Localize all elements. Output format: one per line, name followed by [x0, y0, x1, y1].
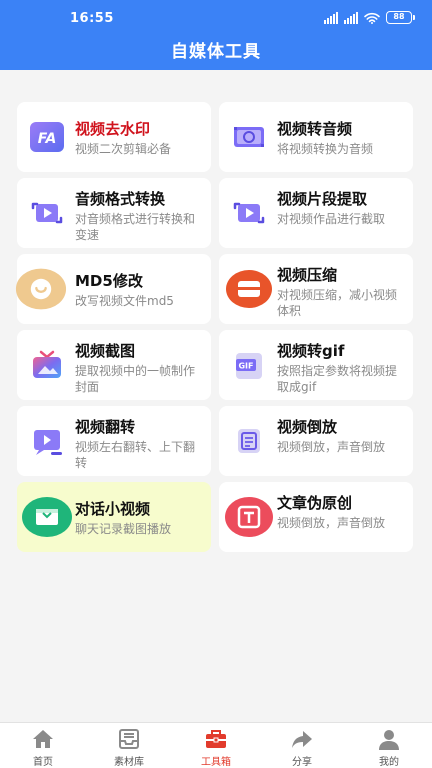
video-to-audio-icon — [223, 111, 275, 163]
tool-name: 对话小视频 — [75, 500, 151, 518]
tool-card-screenshot[interactable]: 视频截图 提取视频中的一帧制作封面 — [17, 330, 211, 400]
tab-label: 素材库 — [114, 757, 144, 768]
tool-name: 视频压缩 — [277, 266, 338, 284]
tool-desc: 对视频压缩，减小视频体积 — [277, 288, 398, 318]
tool-desc: 改写视频文件md5 — [75, 294, 174, 308]
toolbox-icon — [206, 730, 226, 748]
bottom-tab-bar: 首页 素材库 工具箱 分享 我的 — [0, 722, 432, 768]
clip-extract-icon — [223, 187, 275, 239]
tool-name: 视频转音频 — [277, 120, 353, 138]
app-header: 16:55 88 自媒体工具 — [0, 0, 432, 70]
tool-card-clip-extract[interactable]: 视频片段提取 对视频作品进行截取 — [219, 178, 413, 248]
tool-name: 视频截图 — [75, 342, 136, 360]
tool-name: 视频倒放 — [277, 418, 338, 436]
tool-card-compress[interactable]: 视频压缩 对视频压缩，减小视频体积 — [219, 254, 413, 324]
tool-name: 文章伪原创 — [277, 494, 353, 512]
battery-icon: 88 — [386, 11, 415, 24]
article-icon — [223, 491, 275, 543]
tool-name: MD5修改 — [75, 272, 143, 290]
tool-desc: 视频左右翻转、上下翻转 — [75, 440, 196, 470]
status-bar: 16:55 88 — [0, 0, 432, 34]
tool-card-flip[interactable]: 视频翻转 视频左右翻转、上下翻转 — [17, 406, 211, 476]
tool-card-article[interactable]: 文章伪原创 视频倒放，声音倒放 — [219, 482, 413, 552]
signal-icon — [324, 11, 338, 24]
tab-label: 分享 — [292, 757, 312, 768]
tool-name: 视频转gif — [277, 342, 345, 360]
tool-desc: 提取视频中的一帧制作封面 — [75, 364, 196, 394]
tool-card-audio-convert[interactable]: 音频格式转换 对音频格式进行转换和变速 — [17, 178, 211, 248]
tool-desc: 聊天记录截图播放 — [75, 522, 172, 536]
screenshot-tv-icon — [21, 339, 73, 391]
tab-mine[interactable]: 我的 — [346, 723, 432, 768]
chat-video-icon — [21, 491, 73, 543]
tab-toolbox[interactable]: 工具箱 — [173, 723, 259, 768]
md5-icon — [15, 263, 67, 315]
tab-label: 我的 — [379, 757, 399, 768]
tool-card-chat-video[interactable]: 对话小视频 聊天记录截图播放 — [17, 482, 211, 552]
tab-label: 首页 — [33, 757, 53, 768]
tool-card-reverse[interactable]: 视频倒放 视频倒放，声音倒放 — [219, 406, 413, 476]
compress-icon — [223, 263, 275, 315]
tab-materials[interactable]: 素材库 — [86, 723, 172, 768]
tool-name: 音频格式转换 — [75, 190, 166, 208]
tab-label: 工具箱 — [201, 757, 231, 768]
flip-icon — [21, 415, 73, 467]
watermark-remove-icon: FA — [21, 111, 73, 163]
signal-icon — [344, 11, 358, 24]
tool-desc: 视频倒放，声音倒放 — [277, 516, 386, 530]
tool-desc: 对视频作品进行截取 — [277, 212, 386, 226]
tool-name: 视频去水印 — [75, 120, 151, 138]
wifi-icon — [364, 12, 380, 24]
svg-text:GIF: GIF — [238, 362, 253, 371]
status-icons: 88 — [324, 11, 415, 24]
tab-share[interactable]: 分享 — [259, 723, 345, 768]
tool-desc: 将视频转换为音频 — [277, 142, 374, 156]
tool-card-md5[interactable]: MD5修改 改写视频文件md5 — [15, 254, 211, 324]
tool-desc: 对音频格式进行转换和变速 — [75, 212, 196, 242]
tab-home[interactable]: 首页 — [0, 723, 86, 768]
gif-icon: GIF — [223, 339, 275, 391]
tool-desc: 按照指定参数将视频提取成gif — [277, 364, 398, 394]
page-title: 自媒体工具 — [171, 42, 261, 62]
tool-card-video-to-audio[interactable]: 视频转音频 将视频转换为音频 — [219, 102, 413, 172]
tool-card-gif[interactable]: GIF 视频转gif 按照指定参数将视频提取成gif — [219, 330, 413, 400]
audio-convert-icon — [21, 187, 73, 239]
inbox-icon — [119, 729, 139, 749]
tool-desc: 视频倒放，声音倒放 — [277, 440, 386, 454]
user-icon — [379, 730, 399, 750]
share-icon — [292, 731, 312, 748]
tool-card-watermark[interactable]: FA 视频去水印 视频二次剪辑必备 — [17, 102, 211, 172]
home-icon — [33, 730, 53, 748]
status-time: 16:55 — [70, 11, 114, 26]
tool-desc: 视频二次剪辑必备 — [75, 142, 172, 156]
tool-name: 视频片段提取 — [277, 190, 368, 208]
svg-text:FA: FA — [38, 131, 57, 147]
tool-name: 视频翻转 — [75, 418, 136, 436]
reverse-icon — [223, 415, 275, 467]
